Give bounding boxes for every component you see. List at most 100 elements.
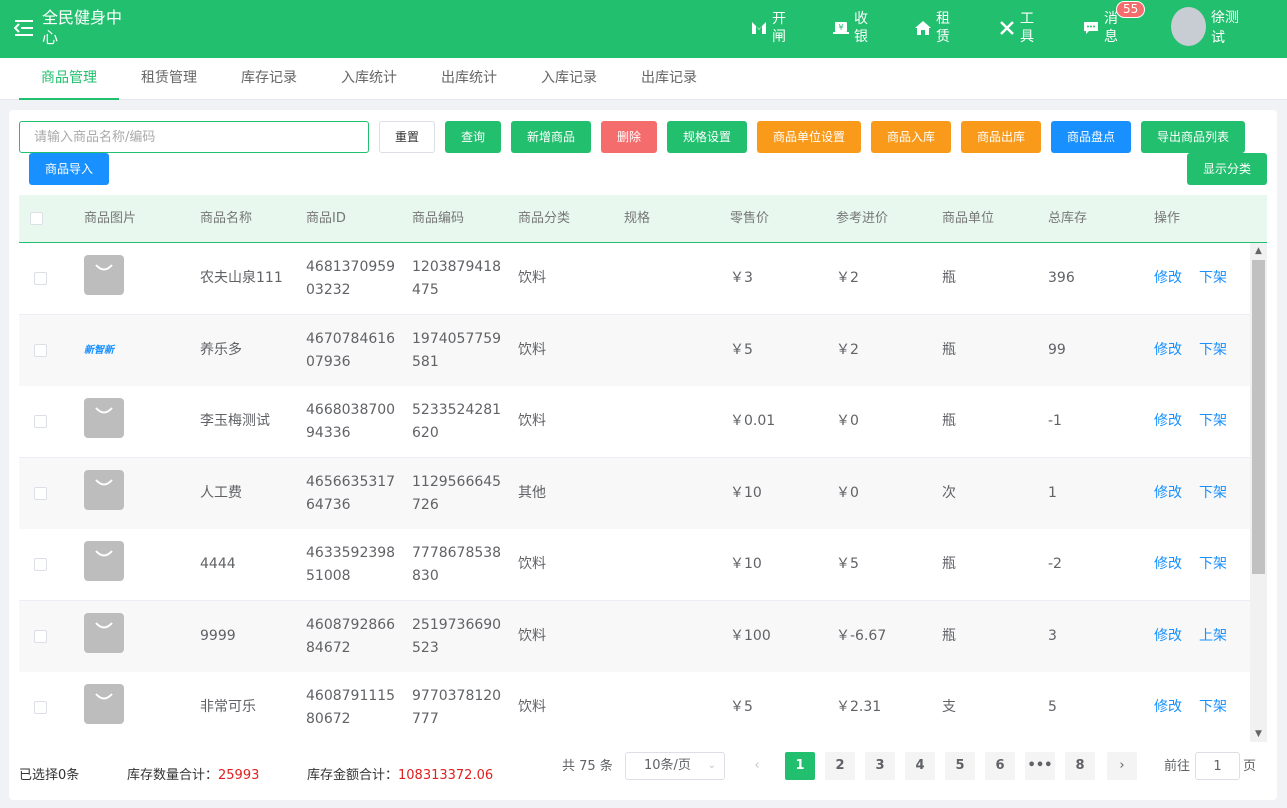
table-body: 农夫山泉111 468137095903232 1203879418475 饮料… (19, 243, 1250, 742)
cost-price: ￥5 (836, 556, 859, 572)
product-code: 1974057759581 (412, 330, 502, 370)
page-button-3[interactable]: 3 (865, 752, 895, 780)
shelf-toggle-link[interactable]: 上架 (1199, 601, 1227, 672)
menu-fold-icon[interactable] (13, 19, 34, 37)
next-page-icon[interactable]: › (1107, 752, 1137, 780)
product-category: 饮料 (518, 342, 546, 358)
nav-rental-button[interactable]: 租赁 (914, 10, 952, 46)
page-size-select[interactable]: 10条/页 ⌄ (625, 752, 725, 780)
scroll-up-icon[interactable]: ▲ (1250, 243, 1267, 259)
tab-stock-in-stats[interactable]: 入库统计 (319, 58, 419, 100)
retail-price: ￥0.01 (730, 413, 776, 429)
edit-link[interactable]: 修改 (1154, 529, 1182, 600)
stock-out-button[interactable]: 商品出库 (961, 121, 1041, 153)
shelf-toggle-link[interactable]: 下架 (1199, 386, 1227, 457)
total-stock: -1 (1048, 413, 1062, 429)
goto-page-input[interactable] (1195, 752, 1240, 780)
reset-button[interactable]: 重置 (379, 121, 435, 153)
shelf-toggle-link[interactable]: 下架 (1199, 458, 1227, 529)
table-scrollbar[interactable]: ▲ ▼ (1250, 243, 1267, 742)
product-id: 467078461607936 (306, 330, 396, 370)
shelf-toggle-link[interactable]: 下架 (1199, 672, 1227, 742)
spec-settings-button[interactable]: 规格设置 (667, 121, 747, 153)
brand-logo-image: 新智新 (84, 341, 128, 357)
edit-link[interactable]: 修改 (1154, 601, 1182, 672)
total-stock: 99 (1048, 342, 1066, 358)
column-header: 操作 (1154, 211, 1181, 226)
row-checkbox[interactable] (34, 630, 47, 643)
retail-price: ￥10 (730, 556, 762, 572)
nav-cashier-button[interactable]: ¥ 收银 (832, 10, 870, 46)
page-button-5[interactable]: 5 (945, 752, 975, 780)
product-id: 465663531764736 (306, 473, 396, 513)
product-code: 2519736690523 (412, 616, 502, 656)
page-button-8[interactable]: 8 (1065, 752, 1095, 780)
row-checkbox[interactable] (34, 272, 47, 285)
search-input[interactable] (19, 121, 369, 153)
edit-link[interactable]: 修改 (1154, 315, 1182, 386)
tab-stock-out-records[interactable]: 出库记录 (619, 58, 719, 100)
row-checkbox[interactable] (34, 487, 47, 500)
stock-amount-label: 库存金额合计： (307, 768, 399, 783)
stock-in-button[interactable]: 商品入库 (871, 121, 951, 153)
tab-stock-out-stats[interactable]: 出库统计 (419, 58, 519, 100)
tab-rental-management[interactable]: 租赁管理 (119, 58, 219, 100)
show-category-button[interactable]: 显示分类 (1187, 153, 1267, 185)
tools-icon (998, 19, 1016, 37)
tab-stock-in-records[interactable]: 入库记录 (519, 58, 619, 100)
shelf-toggle-link[interactable]: 下架 (1199, 243, 1227, 314)
product-unit: 瓶 (942, 556, 956, 572)
shelf-toggle-link[interactable]: 下架 (1199, 529, 1227, 600)
row-checkbox[interactable] (34, 415, 47, 428)
add-product-button[interactable]: 新增商品 (511, 121, 591, 153)
product-placeholder-image (84, 613, 124, 653)
query-button[interactable]: 查询 (445, 121, 501, 153)
scroll-thumb[interactable] (1252, 260, 1265, 574)
page-button-6[interactable]: 6 (985, 752, 1015, 780)
column-header: 商品图片 (84, 211, 137, 226)
table-row: 人工费 465663531764736 1129566645726 其他 ￥10… (19, 458, 1250, 530)
table-row: 李玉梅测试 466803870094336 5233524281620 饮料 ￥… (19, 386, 1250, 458)
import-button[interactable]: 商品导入 (29, 153, 109, 185)
edit-link[interactable]: 修改 (1154, 243, 1182, 314)
page-button-1[interactable]: 1 (785, 752, 815, 780)
home-icon (914, 19, 932, 37)
nav-gate-button[interactable]: 开闸 (750, 10, 788, 46)
prev-page-icon[interactable]: ‹ (742, 752, 772, 780)
retail-price: ￥3 (730, 270, 753, 286)
nav-message-button[interactable]: 消息 (1082, 10, 1120, 46)
row-checkbox[interactable] (34, 558, 47, 571)
scroll-down-icon[interactable]: ▼ (1250, 726, 1267, 742)
tab-stock-records[interactable]: 库存记录 (219, 58, 319, 100)
delete-button[interactable]: 删除 (601, 121, 657, 153)
user-name[interactable]: 徐测试 (1211, 8, 1243, 48)
avatar[interactable] (1171, 7, 1206, 46)
product-name: 4444 (200, 556, 236, 572)
edit-link[interactable]: 修改 (1154, 386, 1182, 457)
product-code: 1129566645726 (412, 473, 502, 513)
table-row: 9999 460879286684672 2519736690523 饮料 ￥1… (19, 601, 1250, 673)
module-tabs: 商品管理 租赁管理 库存记录 入库统计 出库统计 入库记录 出库记录 (0, 58, 1287, 100)
export-list-button[interactable]: 导出商品列表 (1141, 121, 1245, 153)
product-placeholder-image (84, 470, 124, 510)
nav-tools-button[interactable]: 工具 (998, 10, 1036, 46)
product-id: 466803870094336 (306, 401, 396, 441)
edit-link[interactable]: 修改 (1154, 458, 1182, 529)
product-category: 饮料 (518, 270, 546, 286)
select-all-checkbox[interactable] (30, 212, 43, 225)
row-checkbox[interactable] (34, 344, 47, 357)
product-placeholder-image (84, 398, 124, 438)
tab-product-management[interactable]: 商品管理 (19, 58, 119, 100)
row-checkbox[interactable] (34, 701, 47, 714)
cost-price: ￥-6.67 (836, 628, 887, 644)
unit-settings-button[interactable]: 商品单位设置 (757, 121, 861, 153)
more-pages-button[interactable]: ••• (1025, 752, 1055, 780)
retail-price: ￥100 (730, 628, 771, 644)
column-header: 参考进价 (836, 211, 889, 226)
page-button-2[interactable]: 2 (825, 752, 855, 780)
edit-link[interactable]: 修改 (1154, 672, 1182, 742)
product-name: 农夫山泉111 (200, 270, 283, 286)
shelf-toggle-link[interactable]: 下架 (1199, 315, 1227, 386)
inventory-check-button[interactable]: 商品盘点 (1051, 121, 1131, 153)
page-button-4[interactable]: 4 (905, 752, 935, 780)
